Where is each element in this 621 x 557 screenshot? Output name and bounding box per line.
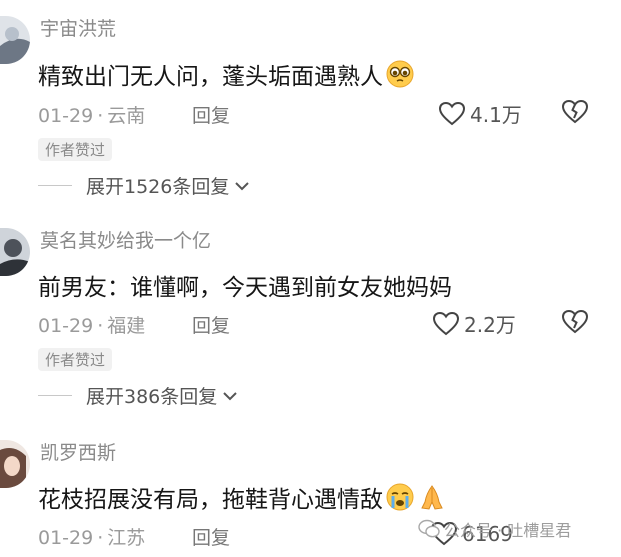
watermark-text: 公众号 · 吐槽星君 <box>444 521 572 540</box>
wechat-icon <box>418 519 440 538</box>
expand-replies-label: 展开1526条回复 <box>86 176 230 198</box>
username[interactable]: 宇宙洪荒 <box>40 14 116 41</box>
comment-date: 01-29 <box>38 105 94 127</box>
broken-heart-icon <box>561 309 589 334</box>
reply-button[interactable]: 回复 <box>192 311 230 338</box>
comment-text: 花枝招展没有局，拖鞋背心遇情敌 <box>38 480 447 518</box>
author-liked-badge: 作者赞过 <box>38 348 113 371</box>
like-button[interactable]: 4.1万 <box>438 99 522 128</box>
dislike-button[interactable] <box>560 309 590 339</box>
comment-meta: 01-29 · 江苏 <box>38 523 145 550</box>
like-count: 4.1万 <box>470 103 522 127</box>
chevron-down-icon <box>235 181 250 190</box>
comment-meta: 01-29 · 福建 <box>38 311 145 338</box>
broken-heart-icon <box>561 99 589 124</box>
comment-text-body: 花枝招展没有局，拖鞋背心遇情敌 <box>38 487 383 513</box>
folded-hands-icon <box>417 482 447 518</box>
chevron-down-icon <box>223 391 237 400</box>
meta-separator: · <box>97 105 104 127</box>
comment-text-body: 精致出门无人问，蓬头垢面遇熟人 <box>38 64 383 90</box>
avatar[interactable] <box>0 16 30 64</box>
avatar[interactable] <box>0 440 30 488</box>
watermark: 公众号 · 吐槽星君 <box>418 517 571 541</box>
meta-separator: · <box>97 527 104 549</box>
reply-button[interactable]: 回复 <box>192 101 230 128</box>
comment-meta: 01-29 · 云南 <box>38 101 145 128</box>
heart-icon <box>438 101 466 125</box>
divider <box>38 185 72 186</box>
avatar[interactable] <box>0 228 30 276</box>
heart-icon <box>432 311 460 335</box>
comment-location: 江苏 <box>107 527 146 549</box>
crying-face-icon <box>385 482 415 518</box>
pleading-face-icon <box>385 59 415 95</box>
comment-location: 福建 <box>107 315 146 337</box>
like-button[interactable]: 2.2万 <box>432 309 516 338</box>
dislike-button[interactable] <box>560 99 590 129</box>
username[interactable]: 莫名其妙给我一个亿 <box>40 226 211 253</box>
comment-date: 01-29 <box>38 315 94 337</box>
expand-replies-button[interactable]: 展开386条回复 <box>38 382 239 409</box>
comment-date: 01-29 <box>38 527 94 549</box>
like-count: 2.2万 <box>464 313 516 337</box>
comment-location: 云南 <box>107 105 146 127</box>
expand-replies-label: 展开386条回复 <box>86 386 218 408</box>
author-liked-badge: 作者赞过 <box>38 138 113 161</box>
divider <box>38 395 72 396</box>
comment-text: 精致出门无人问，蓬头垢面遇熟人 <box>38 57 415 95</box>
meta-separator: · <box>97 315 104 337</box>
username[interactable]: 凯罗西斯 <box>40 438 116 465</box>
expand-replies-button[interactable]: 展开1526条回复 <box>38 172 251 199</box>
comment-text: 前男友：谁懂啊，今天遇到前女友她妈妈 <box>38 275 452 301</box>
reply-button[interactable]: 回复 <box>192 523 230 550</box>
